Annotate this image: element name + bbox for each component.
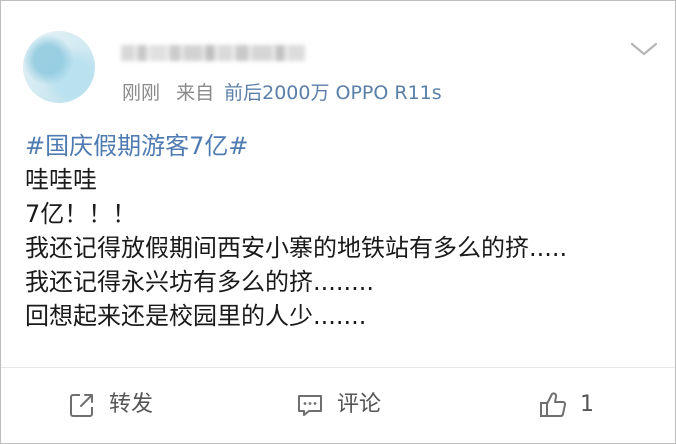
avatar[interactable] [23,31,95,103]
post-time: 刚刚 [122,82,161,104]
repost-button[interactable]: 转发 [67,385,153,425]
post-device-link[interactable]: 前后2000万 OPPO R11s [224,82,442,104]
comment-icon [295,390,325,420]
like-count: 1 [580,392,594,417]
like-button[interactable]: 1 [538,385,594,425]
repost-label: 转发 [109,392,154,417]
username-blurred[interactable] [121,41,321,65]
comment-label: 评论 [337,392,382,417]
weibo-post-card: 刚刚 来自 前后2000万 OPPO R11s #国庆假期游客7亿# 哇哇哇 7… [0,0,676,444]
post-content: #国庆假期游客7亿# 哇哇哇 7亿！！！ 我还记得放假期间西安小寨的地铁站有多么… [25,129,665,333]
share-out-icon [67,390,97,420]
post-text-line: 我还记得放假期间西安小寨的地铁站有多么的挤..... [25,234,568,262]
post-text-line: 我还记得永兴坊有多么的挤........ [25,268,375,296]
post-meta: 刚刚 来自 前后2000万 OPPO R11s [122,81,442,105]
post-text-line: 哇哇哇 [25,166,97,194]
footer-divider [1,367,675,368]
comment-button[interactable]: 评论 [295,385,381,425]
post-source-label: 来自 [176,82,215,104]
hashtag-link[interactable]: #国庆假期游客7亿# [25,129,665,163]
post-text-line: 7亿！！！ [25,200,137,228]
thumbs-up-icon [538,390,568,420]
chevron-down-icon[interactable] [629,39,659,59]
post-text-line: 回想起来还是校园里的人少....... [25,302,367,330]
